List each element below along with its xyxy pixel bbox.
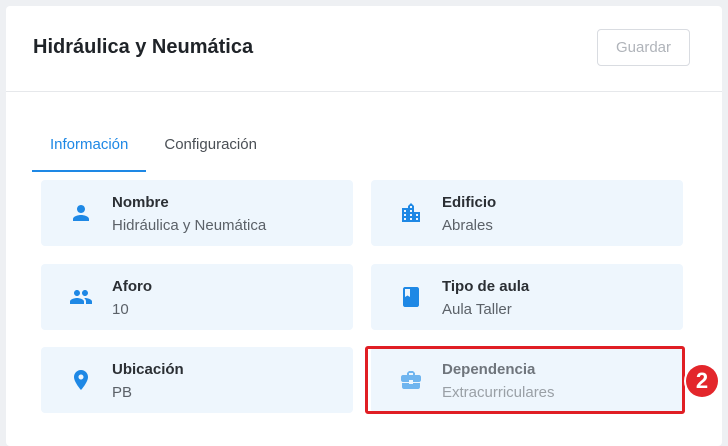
field-ubicacion: Ubicación PB xyxy=(41,347,353,413)
people-icon xyxy=(70,290,92,304)
field-nombre: Nombre Hidráulica y Neumática xyxy=(41,180,353,246)
field-aforo: Aforo 10 xyxy=(41,264,353,330)
field-value: Hidráulica y Neumática xyxy=(112,217,267,234)
building-icon xyxy=(402,203,420,222)
field-edificio: Edificio Abrales xyxy=(371,180,683,246)
field-label: Aforo xyxy=(112,278,152,295)
tab-configuracion[interactable]: Configuración xyxy=(146,124,275,172)
field-value: Abrales xyxy=(442,217,493,234)
page-title: Hidráulica y Neumática xyxy=(33,36,254,58)
field-label: Ubicación xyxy=(112,361,184,378)
field-label: Edificio xyxy=(442,194,497,211)
annotation-step-badge: 2 xyxy=(686,365,718,397)
book-icon xyxy=(403,287,419,307)
card-header: Hidráulica y Neumática Guardar xyxy=(6,6,722,92)
person-icon xyxy=(73,205,89,221)
field-value: Aula Taller xyxy=(442,301,512,318)
tab-bar: Información Configuración xyxy=(32,124,275,172)
field-value: PB xyxy=(112,384,133,401)
tab-informacion[interactable]: Información xyxy=(32,124,147,172)
location-pin-icon xyxy=(74,370,88,390)
annotation-highlight-box xyxy=(365,346,685,414)
save-button[interactable]: Guardar xyxy=(597,29,690,66)
field-tipo-de-aula: Tipo de aula Aula Taller xyxy=(371,264,683,330)
field-label: Nombre xyxy=(112,194,169,211)
field-value: 10 xyxy=(112,301,129,318)
field-label: Tipo de aula xyxy=(442,278,530,295)
